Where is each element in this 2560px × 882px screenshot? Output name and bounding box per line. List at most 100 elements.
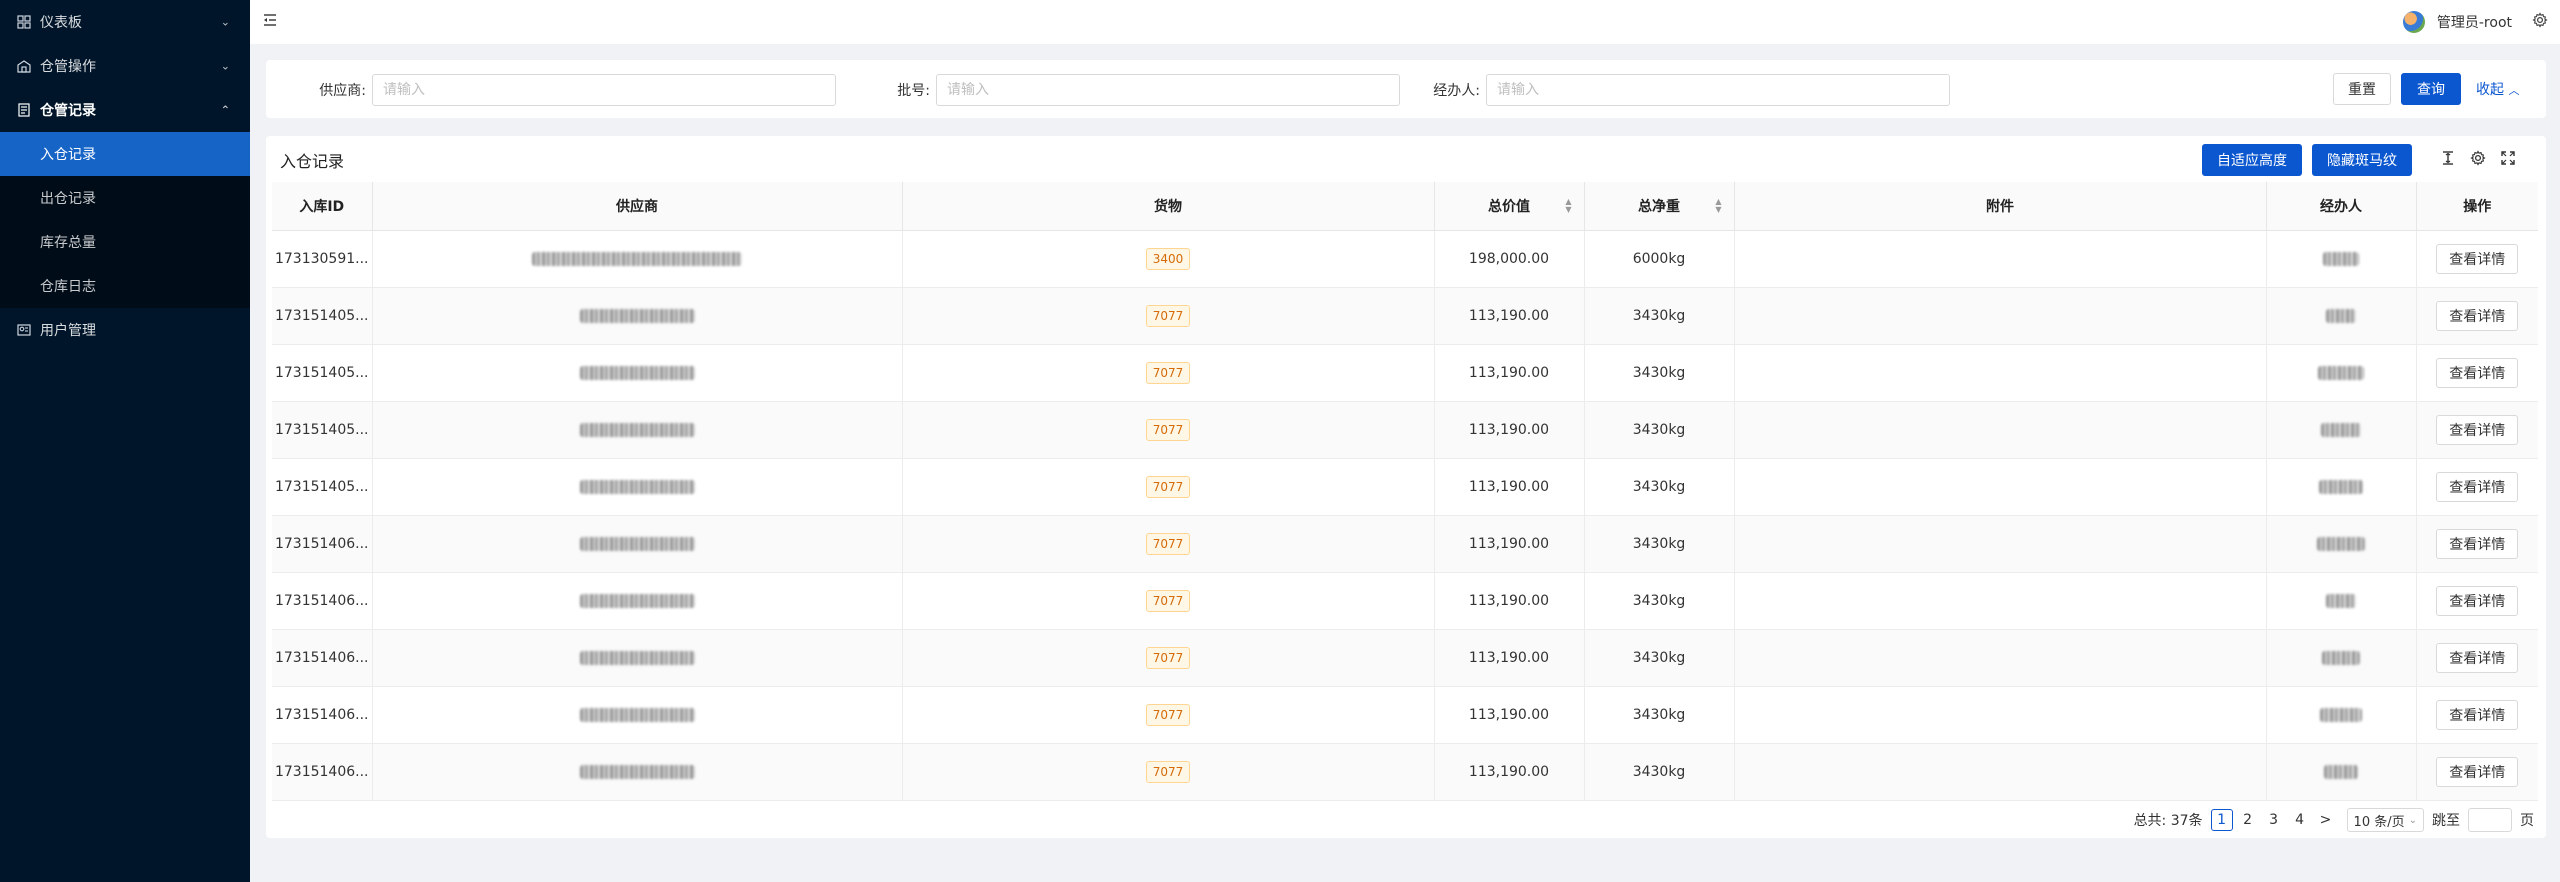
- cell-action: 查看详情: [2416, 629, 2538, 687]
- goods-tag[interactable]: 7077: [1145, 361, 1191, 384]
- sidebar-item-warehouse-log[interactable]: 仓库日志: [0, 264, 250, 308]
- view-details-button[interactable]: 查看详情: [2436, 300, 2519, 331]
- sidebar-item-inventory-total[interactable]: 库存总量: [0, 220, 250, 264]
- goods-tag[interactable]: 7077: [1145, 418, 1191, 441]
- sidebar-item-inbound-records[interactable]: 入仓记录: [0, 132, 250, 176]
- batch-input[interactable]: [936, 74, 1400, 106]
- view-details-button[interactable]: 查看详情: [2436, 414, 2519, 445]
- page-size-label: 10 条/页: [2353, 814, 2405, 830]
- gear-icon[interactable]: [2532, 12, 2548, 32]
- supplier-input[interactable]: [372, 74, 836, 106]
- cell-attachment: [1734, 230, 2267, 288]
- page-3[interactable]: 3: [2263, 809, 2285, 831]
- menu-item-warehouse-ops[interactable]: 仓管操作 ⌄: [0, 44, 250, 88]
- cell-total-weight: 6000kg: [1584, 230, 1735, 288]
- cell-id: 173151406...: [272, 743, 373, 801]
- fullscreen-icon[interactable]: [2498, 148, 2518, 168]
- goods-tag[interactable]: 7077: [1145, 475, 1191, 498]
- table-row: 173130591... 3400 198,000.00 6000kg 查看详情: [272, 230, 2538, 288]
- view-details-button[interactable]: 查看详情: [2436, 699, 2519, 730]
- col-header-total-value[interactable]: 总价值 ▲ ▼: [1434, 182, 1585, 231]
- cell-handler: [2266, 458, 2417, 516]
- goods-tag[interactable]: 7077: [1145, 760, 1191, 783]
- redacted-supplier: [579, 536, 695, 551]
- sort-icon[interactable]: ▲ ▼: [1715, 197, 1721, 214]
- cell-action: 查看详情: [2416, 572, 2538, 630]
- cell-goods: 7077: [902, 572, 1435, 630]
- menu-item-warehouse-records[interactable]: 仓管记录 ⌃: [0, 88, 250, 132]
- redacted-handler: [2326, 593, 2356, 608]
- avatar[interactable]: [2402, 11, 2425, 33]
- redacted-handler: [2319, 479, 2363, 494]
- user-name[interactable]: 管理员-root: [2437, 12, 2512, 32]
- page-2[interactable]: 2: [2237, 809, 2259, 831]
- menu-item-user-management[interactable]: 用户管理: [0, 308, 250, 352]
- cell-action: 查看详情: [2416, 458, 2538, 516]
- menu-label: 用户管理: [40, 323, 96, 339]
- goods-tag[interactable]: 7077: [1145, 532, 1191, 555]
- cell-action: 查看详情: [2416, 230, 2538, 288]
- records-card: 入仓记录 自适应高度 隐藏斑马纹 入库ID 供应商 货物 总价值 ▲ ▼ 总净重…: [266, 136, 2546, 838]
- view-details-button[interactable]: 查看详情: [2436, 642, 2519, 673]
- col-header-total-weight[interactable]: 总净重 ▲ ▼: [1584, 182, 1735, 231]
- cell-attachment: [1734, 572, 2267, 630]
- cell-action: 查看详情: [2416, 344, 2538, 402]
- goods-tag[interactable]: 7077: [1145, 304, 1191, 327]
- sidebar-item-outbound-records[interactable]: 出仓记录: [0, 176, 250, 220]
- col-header-id: 入库ID: [272, 182, 373, 231]
- view-details-button[interactable]: 查看详情: [2436, 243, 2519, 274]
- gear-icon[interactable]: [2468, 148, 2488, 168]
- view-details-button[interactable]: 查看详情: [2436, 471, 2519, 502]
- cell-total-value: 113,190.00: [1434, 401, 1585, 459]
- goods-tag[interactable]: 7077: [1145, 646, 1191, 669]
- cell-total-weight: 3430kg: [1584, 287, 1735, 345]
- table-row: 173151406... 7077 113,190.00 3430kg 查看详情: [272, 629, 2538, 687]
- goods-tag[interactable]: 3400: [1145, 247, 1191, 270]
- cell-handler: [2266, 572, 2417, 630]
- menu-fold-icon[interactable]: [262, 12, 278, 32]
- search-panel: 供应商: 批号: 经办人: 重置 查询 收起 ︿: [266, 60, 2546, 118]
- cell-total-value: 113,190.00: [1434, 743, 1585, 801]
- cell-total-value: 113,190.00: [1434, 629, 1585, 687]
- cell-total-weight: 3430kg: [1584, 572, 1735, 630]
- column-height-icon[interactable]: [2438, 148, 2458, 168]
- view-details-button[interactable]: 查看详情: [2436, 756, 2519, 787]
- redacted-supplier: [579, 707, 695, 722]
- view-details-button[interactable]: 查看详情: [2436, 357, 2519, 388]
- page-suffix: 页: [2520, 813, 2534, 829]
- table-row: 173151405... 7077 113,190.00 3430kg 查看详情: [272, 401, 2538, 459]
- view-details-button[interactable]: 查看详情: [2436, 528, 2519, 559]
- redacted-supplier: [579, 479, 695, 494]
- table-row: 173151406... 7077 113,190.00 3430kg 查看详情: [272, 743, 2538, 801]
- cell-action: 查看详情: [2416, 515, 2538, 573]
- redacted-handler: [2322, 650, 2360, 665]
- auto-height-button[interactable]: 自适应高度: [2202, 144, 2302, 176]
- col-header-goods: 货物: [902, 182, 1435, 231]
- view-details-button[interactable]: 查看详情: [2436, 585, 2519, 616]
- cell-goods: 7077: [902, 458, 1435, 516]
- next-page-button[interactable]: >: [2315, 809, 2337, 831]
- reset-button[interactable]: 重置: [2333, 73, 2391, 105]
- sort-icon[interactable]: ▲ ▼: [1565, 197, 1571, 214]
- table-header-row: 入库ID 供应商 货物 总价值 ▲ ▼ 总净重 ▲ ▼ 附件 经办人 操作: [272, 182, 2538, 231]
- goods-tag[interactable]: 7077: [1145, 703, 1191, 726]
- supplier-field: 供应商:: [266, 74, 836, 106]
- cell-handler: [2266, 287, 2417, 345]
- query-button[interactable]: 查询: [2401, 73, 2461, 105]
- cell-supplier: [372, 401, 903, 459]
- menu-label: 仓管记录: [40, 103, 96, 119]
- cell-id: 173151406...: [272, 686, 373, 744]
- menu-item-dashboard[interactable]: 仪表板 ⌄: [0, 0, 250, 44]
- handler-input[interactable]: [1486, 74, 1950, 106]
- page-4[interactable]: 4: [2289, 809, 2311, 831]
- user-manage-icon: [16, 322, 32, 338]
- page-size-select[interactable]: 10 条/页 ⌄: [2346, 808, 2424, 832]
- cell-total-value: 113,190.00: [1434, 572, 1585, 630]
- cell-attachment: [1734, 743, 2267, 801]
- goods-tag[interactable]: 7077: [1145, 589, 1191, 612]
- cell-goods: 7077: [902, 743, 1435, 801]
- collapse-link[interactable]: 收起 ︿: [2476, 79, 2519, 99]
- hide-stripe-button[interactable]: 隐藏斑马纹: [2312, 144, 2412, 176]
- jump-input[interactable]: [2468, 808, 2512, 832]
- page-1[interactable]: 1: [2210, 809, 2233, 831]
